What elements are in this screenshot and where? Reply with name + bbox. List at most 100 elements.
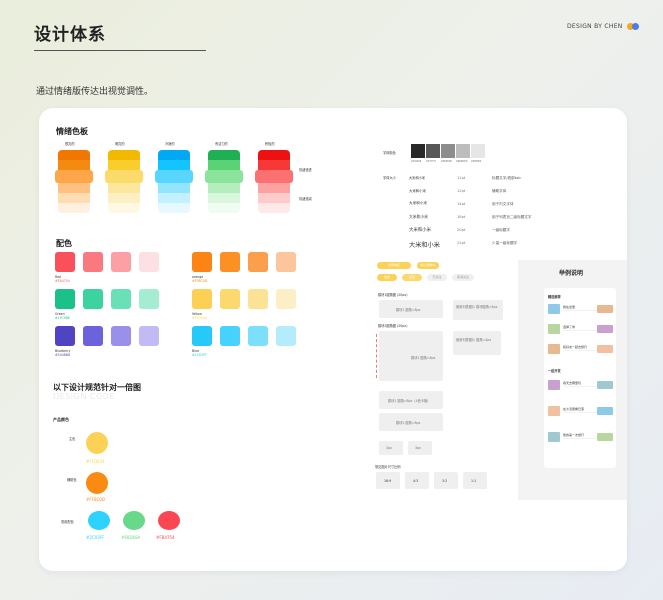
mood-column-label: 明亮的 xyxy=(115,142,125,146)
mood-swatch xyxy=(258,203,290,213)
sample-button[interactable]: 发送 xyxy=(377,274,397,281)
palette-swatch xyxy=(111,252,131,272)
gray-swatch xyxy=(426,144,440,158)
mood-swatch xyxy=(258,183,290,193)
mood-swatch xyxy=(155,170,193,183)
example-item-image xyxy=(597,407,613,415)
radius-note-1-box xyxy=(453,300,503,320)
mood-down-label: 情绪递减 xyxy=(299,197,312,201)
type-size: 22pt xyxy=(457,241,466,245)
palette-swatch xyxy=(111,289,131,309)
secondary-label: 辅助色 xyxy=(67,478,77,482)
example-item-title: 我的第一次旅行 xyxy=(563,433,585,437)
common-color-code: #68D68A xyxy=(121,535,141,540)
palette-swatch xyxy=(55,289,75,309)
example-thumbnail xyxy=(548,380,560,390)
palette-swatch xyxy=(192,252,212,272)
palette-swatch xyxy=(139,252,159,272)
example-item-title: 我在这里 xyxy=(563,305,576,309)
sample-button[interactable]: 加入购物车 xyxy=(417,262,439,269)
gray-swatch xyxy=(411,144,425,158)
mood-column-label: 很亮的 xyxy=(65,142,75,146)
mood-swatch xyxy=(58,193,90,203)
mood-swatch xyxy=(205,170,243,183)
example-thumbnail xyxy=(548,304,560,314)
sample-button[interactable]: 取消关注 xyxy=(452,274,474,281)
common-color-code: #FB4754 xyxy=(156,535,175,540)
page-title: 设计体系 xyxy=(34,25,106,45)
type-usage: 用于内文字体 xyxy=(492,202,514,206)
type-sample: 大米和小米 xyxy=(409,176,425,180)
palette-swatch xyxy=(55,326,75,346)
palette-color-code: #FB4754 xyxy=(55,279,70,283)
type-size: 16pt xyxy=(457,215,466,219)
palette-color-code: #FFD044 xyxy=(192,316,207,320)
type-sample: 大米和小米 xyxy=(409,201,427,205)
type-usage: 辅助字体 xyxy=(492,189,507,193)
mood-swatch xyxy=(158,183,190,193)
mood-swatch xyxy=(58,203,90,213)
example-thumbnail xyxy=(548,344,560,354)
design-system-card: 情绪色板 很亮的 明亮的 冷静的 有活力的 积极的 情绪递进 情绪递减 配色 Red #F… xyxy=(39,108,627,571)
gray-swatch xyxy=(441,144,455,158)
mood-column-label: 积极的 xyxy=(265,142,275,146)
font-size-label: 字体大小 xyxy=(383,176,396,180)
palette-swatch xyxy=(83,252,103,272)
sample-button[interactable]: 立即购买 xyxy=(377,262,411,269)
mood-up-label: 情绪递进 xyxy=(299,168,312,172)
secondary-color-code: #FF8C0D xyxy=(86,497,105,502)
palette-swatch xyxy=(111,326,131,346)
mood-swatch xyxy=(158,193,190,203)
mood-swatch xyxy=(255,170,293,183)
primary-color-circle xyxy=(86,432,108,454)
type-sample: 大米和小米 xyxy=(409,189,426,193)
example-heading: 举例说明 xyxy=(559,270,584,277)
palette-swatch xyxy=(276,252,296,272)
mood-swatch xyxy=(258,193,290,203)
palette-swatch xyxy=(220,326,240,346)
common-colors-label: 常用配色 xyxy=(61,520,74,524)
small-box-2-label: 3px xyxy=(415,446,421,450)
brand-text: DESIGN BY CHEN xyxy=(567,23,623,30)
radius-title-2: 模块2圆角图 (20px) xyxy=(378,324,408,328)
ratio-label: 4:3 xyxy=(413,479,419,483)
common-color-circle xyxy=(158,511,180,530)
radius-measure-line xyxy=(376,334,378,378)
palette-swatch xyxy=(139,289,159,309)
palette-color-code: #5448B8 xyxy=(55,353,70,357)
mood-swatch xyxy=(108,193,140,203)
mood-swatch xyxy=(208,183,240,193)
common-color-code: #2C03FF xyxy=(86,535,105,540)
example-thumbnail xyxy=(548,406,560,416)
type-size: 12pt xyxy=(457,189,466,193)
palette-swatch xyxy=(55,252,75,272)
primary-label: 主色 xyxy=(69,437,76,441)
palette-swatch xyxy=(276,289,296,309)
secondary-color-circle xyxy=(86,472,108,494)
example-section-2: 一起开发 xyxy=(548,369,561,373)
sample-button[interactable]: 已关注 xyxy=(427,274,447,281)
palette-swatch xyxy=(248,289,268,309)
type-usage: 标题文字/底部tab xyxy=(492,176,521,180)
mood-swatch xyxy=(105,170,143,183)
example-item-title: 选择了你 xyxy=(563,325,576,329)
example-thumbnail xyxy=(548,324,560,334)
palette-swatch xyxy=(276,326,296,346)
radius-title-1: 模块1圆角图 (20px) xyxy=(378,293,408,297)
palette-swatch xyxy=(83,289,103,309)
palette-color-code: #2CD3FF xyxy=(192,353,208,357)
primary-color-code: #FFD044 xyxy=(86,459,105,464)
ratio-label: 常见图片尺寸比例 xyxy=(375,465,401,469)
palette-swatch xyxy=(220,252,240,272)
palette-swatch xyxy=(192,326,212,346)
sample-button[interactable]: 关注 xyxy=(402,274,422,281)
type-sample: 大米和小米 xyxy=(409,214,428,219)
mood-swatch xyxy=(158,150,190,160)
mood-board-heading: 情绪色板 xyxy=(56,127,88,136)
example-item-image xyxy=(597,305,613,313)
palette-swatch xyxy=(83,326,103,346)
mood-swatch xyxy=(108,150,140,160)
mood-swatch xyxy=(208,160,240,170)
type-sample: 大米和小米 xyxy=(409,228,431,233)
example-item-image xyxy=(597,381,613,389)
